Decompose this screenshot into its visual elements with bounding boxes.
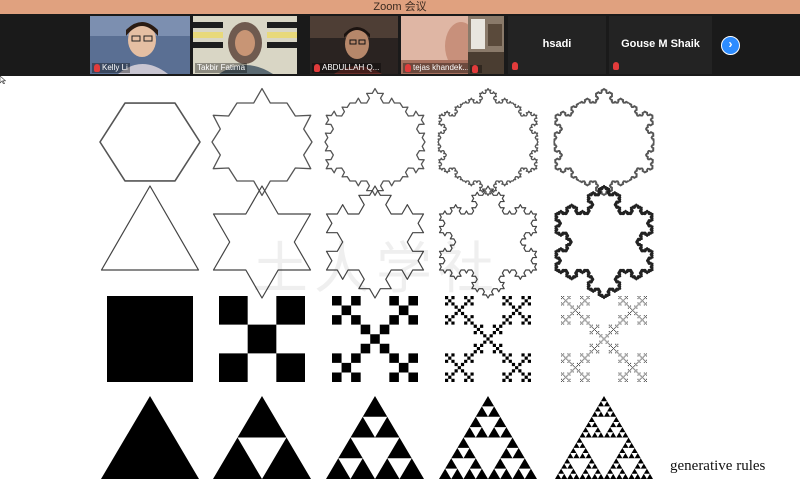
vicsek-fractal-0 [107,296,193,382]
next-page-button[interactable]: › [721,36,740,55]
sierpinski-triangle-0 [101,396,199,479]
participant-tile-room[interactable] [468,16,504,74]
participant-tile-takbir[interactable]: Takbir Fatima [193,16,297,74]
hexagon-fractal-2 [324,87,426,197]
sierpinski-triangle-2 [326,396,424,479]
participant-name: tejas khandek... [403,63,472,73]
watermark: 土人学社 [252,237,500,302]
muted-mic-icon [472,65,478,73]
muted-mic-icon [314,64,320,72]
muted-mic-icon [94,64,100,72]
caption: generative rules [670,458,766,474]
participant-name: Takbir Fatima [195,63,248,73]
koch-snowflake-4 [554,184,654,300]
hexagon-fractal-4 [553,87,655,197]
sierpinski-triangle-4 [555,396,653,479]
hexagon-fractal-0 [99,102,201,182]
participant-tile-gouse[interactable]: Gouse M Shaik [609,16,712,74]
cursor-icon [0,76,6,84]
participant-strip: Kelly Li Takbir Fatima ABDULLAH Q... tej… [0,14,800,76]
sierpinski-triangle-1 [213,396,311,479]
window-title: Zoom 会议 [0,0,800,14]
vicsek-fractal-3 [445,296,531,382]
participant-tile-abdullah[interactable]: ABDULLAH Q... [310,16,398,74]
vicsek-fractal-4 [561,296,647,382]
participant-tile-kelly[interactable]: Kelly Li [90,16,190,74]
shared-screen: 土人学社 generative rules [0,76,800,491]
participant-name: Kelly Li [92,63,130,73]
vicsek-fractal-1 [219,296,305,382]
hexagon-fractal-3 [437,87,539,197]
chevron-right-icon: › [728,37,733,51]
participant-tile-tejas[interactable]: tejas khandek... [401,16,472,74]
participant-name: ABDULLAH Q... [312,63,382,73]
participant-name: hsadi [542,38,572,50]
muted-mic-icon [405,64,411,72]
sierpinski-triangle-3 [439,396,537,479]
hexagon-fractal-1 [211,87,313,197]
vicsek-fractal-2 [332,296,418,382]
koch-snowflake-0 [100,185,200,271]
participant-name: Gouse M Shaik [621,38,700,50]
participant-tile-hsadi[interactable]: hsadi [508,16,606,74]
participant-name [470,65,482,73]
muted-mic-icon [512,62,518,70]
muted-mic-icon [613,62,619,70]
